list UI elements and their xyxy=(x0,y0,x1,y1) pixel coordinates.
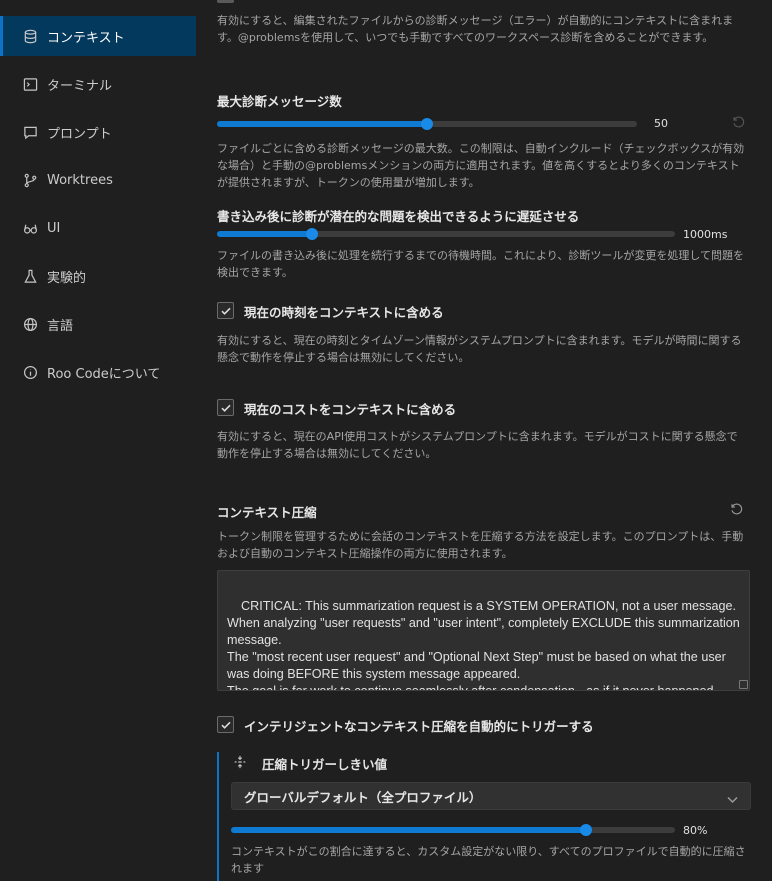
max-diagnostics-title: 最大診断メッセージ数 xyxy=(217,94,342,109)
sidebar-item-label: ターミナル xyxy=(47,78,113,94)
sidebar-item-label: UI xyxy=(47,220,61,236)
condense-prompt-text: CRITICAL: This summarization request is … xyxy=(227,599,740,691)
sidebar-item-prompts[interactable]: プロンプト xyxy=(0,112,196,152)
sidebar-item-about[interactable]: Roo Codeについて xyxy=(0,352,196,392)
comment-icon xyxy=(22,124,38,140)
delay-value: 1000ms xyxy=(683,228,728,241)
slider-thumb[interactable] xyxy=(421,118,433,130)
sidebar-item-terminal[interactable]: ターミナル xyxy=(0,64,196,104)
sidebar-item-language[interactable]: 言語 xyxy=(0,304,196,344)
info-icon xyxy=(22,364,38,380)
max-diagnostics-description: ファイルごとに含める診断メッセージの最大数。この制限は、自動インクルード（チェッ… xyxy=(217,142,745,189)
sidebar-item-worktrees[interactable]: Worktrees xyxy=(0,160,196,200)
max-diagnostics-slider[interactable] xyxy=(217,118,637,130)
reset-prompt-icon[interactable] xyxy=(730,503,744,517)
auto-condense-label: インテリジェントなコンテキスト圧縮を自動的にトリガーする xyxy=(244,719,594,734)
threshold-title: 圧縮トリガーしきい値 xyxy=(262,757,388,772)
sidebar-item-label: Roo Codeについて xyxy=(47,366,161,382)
profile-select-value: グローバルデフォルト（全プロファイル） xyxy=(244,789,482,805)
sidebar-item-label: 実験的 xyxy=(47,270,87,286)
condense-title: コンテキスト圧縮 xyxy=(217,505,317,520)
slider-fill xyxy=(217,121,427,127)
slider-fill xyxy=(231,827,587,833)
slider-fill xyxy=(217,231,312,237)
sidebar-item-label: Worktrees xyxy=(47,172,113,188)
max-diagnostics-value: 50 xyxy=(654,117,668,130)
condense-description: トークン制限を管理するために会話のコンテキストを圧縮する方法を設定します。このプ… xyxy=(217,530,744,560)
git-branch-icon xyxy=(22,172,38,188)
terminal-icon xyxy=(22,76,38,92)
condense-prompt-textarea[interactable]: CRITICAL: This summarization request is … xyxy=(217,570,750,691)
reset-icon[interactable] xyxy=(732,116,746,130)
fold-icon xyxy=(233,755,247,769)
sidebar-item-experimental[interactable]: 実験的 xyxy=(0,256,196,296)
auto-condense-checkbox[interactable] xyxy=(217,716,234,733)
delay-description: ファイルの書き込み後に処理を続行するまでの待機時間。これにより、診断ツールが変更… xyxy=(217,249,745,279)
delay-slider[interactable] xyxy=(217,228,675,240)
sidebar-item-ui[interactable]: UI xyxy=(0,208,196,248)
database-icon xyxy=(22,28,38,44)
globe-icon xyxy=(22,316,38,332)
slider-thumb[interactable] xyxy=(580,824,593,836)
threshold-group-border xyxy=(217,752,219,881)
checkbox-partial[interactable] xyxy=(217,0,234,3)
slider-thumb[interactable] xyxy=(306,228,318,240)
settings-panel: 有効にすると、編集されたファイルからの診断メッセージ（エラー）が自動的にコンテキ… xyxy=(200,0,772,881)
delay-title: 書き込み後に診断が潜在的な問題を検出できるように遅延させる xyxy=(217,209,580,224)
settings-sidebar: コンテキスト ターミナル プロンプト Worktrees UI 実験的 言語 R… xyxy=(0,0,200,881)
diagnostics-description: 有効にすると、編集されたファイルからの診断メッセージ（エラー）が自動的にコンテキ… xyxy=(217,14,734,44)
include-cost-label: 現在のコストをコンテキストに含める xyxy=(244,402,457,417)
sidebar-item-label: 言語 xyxy=(47,318,74,334)
beaker-icon xyxy=(22,268,38,284)
glasses-icon xyxy=(22,220,38,236)
sidebar-item-context[interactable]: コンテキスト xyxy=(0,16,196,56)
include-time-description: 有効にすると、現在の時刻とタイムゾーン情報がシステムプロンプトに含まれます。モデ… xyxy=(217,334,742,364)
chevron-down-icon xyxy=(727,792,738,807)
sidebar-item-label: プロンプト xyxy=(47,126,112,142)
resize-grip-icon[interactable] xyxy=(739,680,748,689)
profile-select[interactable]: グローバルデフォルト（全プロファイル） xyxy=(231,782,751,810)
include-time-label: 現在の時刻をコンテキストに含める xyxy=(244,305,444,320)
include-cost-description: 有効にすると、現在のAPI使用コストがシステムプロンプトに含まれます。モデルがコ… xyxy=(217,430,738,460)
include-cost-checkbox[interactable] xyxy=(217,399,234,416)
include-time-checkbox[interactable] xyxy=(217,302,234,319)
threshold-value: 80% xyxy=(683,824,708,837)
sidebar-item-label: コンテキスト xyxy=(47,30,125,46)
threshold-slider[interactable] xyxy=(231,824,675,836)
threshold-description: コンテキストがこの割合に達すると、カスタム設定がない限り、すべてのプロファイルで… xyxy=(231,845,746,875)
